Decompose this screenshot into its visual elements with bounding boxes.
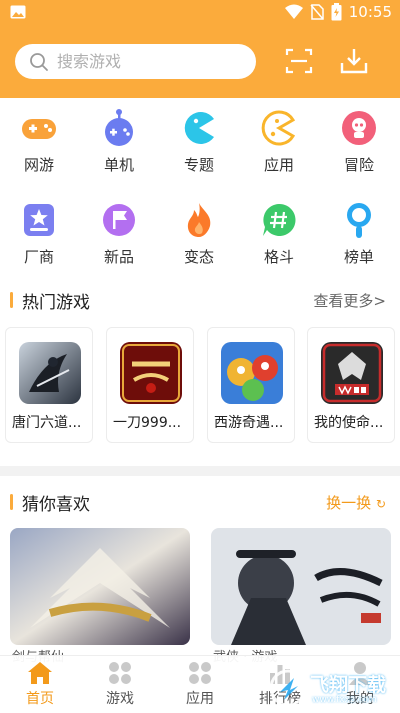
scan-icon[interactable] [284, 46, 314, 76]
refresh-icon: ↻ [375, 497, 386, 511]
category-adventure[interactable]: 冒险 [324, 108, 394, 175]
trophy-person-icon [347, 203, 371, 238]
category-online-games[interactable]: 网游 [4, 108, 74, 175]
game-thumbnail [221, 342, 283, 404]
pacman-icon [184, 112, 214, 144]
search-icon [30, 52, 48, 71]
game-card[interactable]: 唐门六道... [5, 327, 93, 443]
search-bar[interactable] [15, 44, 256, 79]
section-title: 猜你喜欢 [22, 495, 90, 515]
category-single-player[interactable]: 单机 [84, 108, 154, 175]
flame-icon [187, 203, 211, 237]
game-card[interactable]: 我的使命... [307, 327, 395, 443]
star-badge-icon [24, 204, 54, 236]
header [0, 26, 400, 98]
recommend-card[interactable] [211, 528, 391, 645]
hashtag-icon [263, 203, 296, 236]
hot-games-list: 唐门六道... 一刀999... 西游奇遇... 我的使命... [0, 327, 400, 445]
nav-games[interactable]: 游戏 [80, 660, 160, 708]
category-vendors[interactable]: 厂商 [4, 200, 74, 267]
adventure-icon [342, 111, 376, 145]
nav-apps[interactable]: 应用 [160, 660, 240, 708]
grid-icon [189, 662, 211, 684]
section-accent-bar [10, 292, 13, 308]
download-icon[interactable] [339, 46, 369, 76]
wifi-icon [284, 4, 303, 19]
guess-you-like-header: 猜你喜欢 换一换 ↻ [0, 488, 400, 518]
no-sim-icon [310, 4, 324, 20]
flag-icon [103, 204, 135, 236]
hot-games-header: 热门游戏 查看更多> [0, 286, 400, 316]
category-fighting[interactable]: 格斗 [244, 200, 314, 267]
joystick-icon [105, 109, 133, 146]
category-new[interactable]: 新品 [84, 200, 154, 267]
section-title: 热门游戏 [22, 293, 90, 313]
game-thumbnail [120, 342, 182, 404]
section-accent-bar [10, 494, 13, 510]
game-card[interactable]: 一刀999... [106, 327, 194, 443]
search-input[interactable] [57, 52, 237, 71]
image-notification-icon [10, 5, 26, 19]
category-modded[interactable]: 变态 [164, 200, 234, 267]
app-icon [261, 110, 296, 146]
status-bar: 10:55 [0, 0, 400, 26]
game-card[interactable]: 西游奇遇... [207, 327, 295, 443]
site-watermark: 飞翔下载 www.fxxz.com [268, 664, 400, 713]
category-rankings[interactable]: 榜单 [324, 200, 394, 267]
view-more-link[interactable]: 查看更多> [313, 290, 386, 311]
home-icon [28, 662, 52, 684]
refresh-link[interactable]: 换一换 ↻ [326, 492, 386, 513]
battery-icon [331, 3, 342, 21]
gamepad-icon [22, 119, 56, 139]
category-apps[interactable]: 应用 [244, 108, 314, 175]
category-topics[interactable]: 专题 [164, 108, 234, 175]
nav-home[interactable]: 首页 [0, 660, 80, 708]
game-thumbnail [19, 342, 81, 404]
section-divider [0, 466, 400, 476]
recommend-card[interactable] [10, 528, 190, 645]
grid-icon [109, 662, 131, 684]
game-thumbnail [321, 342, 383, 404]
clock: 10:55 [348, 3, 392, 21]
